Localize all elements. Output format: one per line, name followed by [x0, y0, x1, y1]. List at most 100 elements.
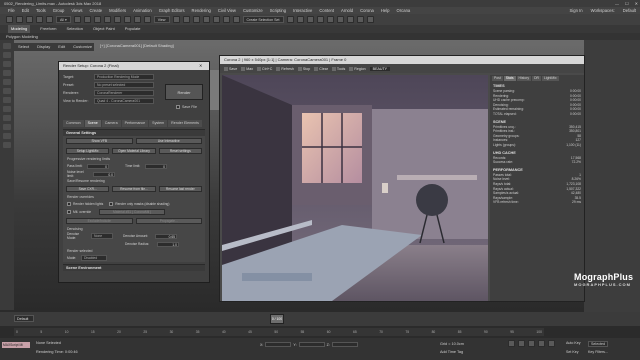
- tab-render-elements[interactable]: Render Elements: [168, 120, 202, 127]
- vfb-tools-button[interactable]: Tools: [331, 66, 345, 71]
- window-crossing-icon[interactable]: [103, 16, 111, 23]
- unlink-icon[interactable]: [36, 16, 43, 23]
- filter-geometry-icon[interactable]: [3, 43, 11, 49]
- menu-interactive[interactable]: Interactive: [293, 7, 312, 14]
- goto-end-icon[interactable]: [548, 340, 555, 347]
- scene-explorer-customize[interactable]: Customize: [73, 43, 92, 51]
- filter-helpers-icon[interactable]: [3, 79, 11, 85]
- auto-key-button[interactable]: Auto Key: [566, 341, 581, 345]
- layer-explorer-icon[interactable]: [306, 16, 314, 23]
- rotate-icon[interactable]: [123, 16, 131, 23]
- z-coord-field[interactable]: [331, 342, 358, 347]
- show-vfb-button[interactable]: Show VFB: [66, 138, 133, 144]
- select-by-name-icon[interactable]: [83, 16, 91, 23]
- filter-containers-icon[interactable]: [3, 124, 11, 130]
- vfb-tab-post[interactable]: Post: [492, 76, 503, 81]
- propagate-button[interactable]: Propagate...: [135, 218, 202, 224]
- noise-limit-input[interactable]: 0.0: [93, 171, 115, 177]
- edit-named-selection-icon[interactable]: [232, 16, 240, 23]
- render-button[interactable]: Render: [165, 84, 203, 100]
- render-frame-window-icon[interactable]: [356, 16, 364, 23]
- pass-limit-input[interactable]: 0: [87, 163, 109, 169]
- layer-dropdown[interactable]: Default: [14, 315, 34, 322]
- override-material-button[interactable]: Material #51 ( CoronaMtl ): [99, 209, 166, 215]
- maximize-button[interactable]: ☐: [625, 0, 629, 7]
- menu-content[interactable]: Content: [319, 7, 334, 14]
- mtl-override-checkbox[interactable]: [67, 210, 71, 214]
- vfb-save-button[interactable]: Save: [224, 66, 237, 71]
- tab-common[interactable]: Common: [63, 120, 84, 127]
- resume-last-render-button[interactable]: Resume last render: [158, 186, 202, 192]
- add-time-tag-button[interactable]: Add Time Tag: [440, 350, 463, 354]
- open-material-library-button[interactable]: Open Material Library: [112, 148, 156, 154]
- filter-shapes-icon[interactable]: [3, 52, 11, 58]
- denoise-mode-dropdown[interactable]: None: [91, 233, 113, 239]
- target-dropdown[interactable]: Production Rendering Mode: [94, 74, 154, 80]
- render-only-masks-checkbox[interactable]: [109, 202, 114, 206]
- tab-system[interactable]: System: [149, 120, 168, 127]
- link-icon[interactable]: [26, 16, 33, 23]
- menu-rendering[interactable]: Rendering: [192, 7, 211, 14]
- tab-camera[interactable]: Camera: [101, 120, 121, 127]
- scene-environment-heading[interactable]: Scene Environment: [63, 265, 205, 271]
- tab-scene[interactable]: Scene: [84, 120, 101, 127]
- ribbon-tab-selection[interactable]: Selection: [66, 25, 82, 33]
- menu-edit[interactable]: Edit: [22, 7, 29, 14]
- menu-arnold[interactable]: Arnold: [341, 7, 353, 14]
- percent-snap-icon[interactable]: [212, 16, 220, 23]
- selection-filter-dropdown[interactable]: All ▾: [56, 16, 71, 23]
- render-setup-icon[interactable]: [346, 16, 354, 23]
- vfb-clear-button[interactable]: Clear: [314, 66, 328, 71]
- filter-hidden-icon[interactable]: [3, 142, 11, 148]
- key-filters-button[interactable]: Key Filters...: [588, 350, 608, 354]
- save-cxr-button[interactable]: Save CXR...: [66, 186, 110, 192]
- tab-performance[interactable]: Performance: [121, 120, 149, 127]
- preset-dropdown[interactable]: No preset selected: [94, 82, 154, 88]
- filter-groups-icon[interactable]: [3, 97, 11, 103]
- prev-frame-icon[interactable]: [518, 340, 525, 347]
- y-coord-field[interactable]: [298, 342, 325, 347]
- ribbon-tab-populate[interactable]: Populate: [125, 25, 141, 33]
- vfb-tab-stats[interactable]: Stats: [503, 76, 516, 81]
- vfb-tab-lightmix[interactable]: LightMix: [542, 76, 559, 81]
- menu-graph-editors[interactable]: Graph Editors: [159, 7, 185, 14]
- menu-civil-view[interactable]: Civil View: [218, 7, 236, 14]
- pivot-icon[interactable]: [172, 16, 180, 23]
- next-frame-icon[interactable]: [538, 340, 545, 347]
- sign-in-button[interactable]: Sign In: [570, 7, 583, 14]
- x-coord-field[interactable]: [265, 342, 292, 347]
- menu-animation[interactable]: Animation: [133, 7, 152, 14]
- ribbon-polygon-modeling[interactable]: Polygon Modeling: [6, 34, 38, 39]
- vfb-region-button[interactable]: Region: [349, 66, 366, 71]
- redo-icon[interactable]: [16, 16, 23, 23]
- menu-views[interactable]: Views: [71, 7, 82, 14]
- vfb-refresh-button[interactable]: Refresh: [276, 66, 294, 71]
- menu-group[interactable]: Group: [53, 7, 65, 14]
- scene-explorer-select[interactable]: Select: [18, 43, 29, 51]
- curve-editor-icon[interactable]: [316, 16, 324, 23]
- ribbon-tab-object-paint[interactable]: Object Paint: [93, 25, 115, 33]
- menu-corona[interactable]: Corona: [360, 7, 374, 14]
- render-selected-mode-dropdown[interactable]: Disabled: [81, 255, 107, 261]
- filter-cameras-icon[interactable]: [3, 70, 11, 76]
- move-icon[interactable]: [113, 16, 121, 23]
- key-mode-dropdown[interactable]: Selected: [588, 341, 608, 347]
- time-slider-thumb[interactable]: 0 / 100: [270, 314, 284, 324]
- render-setup-titlebar[interactable]: Render Setup: Corona 2 (Final) ✕: [59, 62, 209, 70]
- vfb-tab-history[interactable]: History: [516, 76, 532, 81]
- keyboard-shortcut-icon[interactable]: [182, 16, 190, 23]
- set-key-button[interactable]: Set Key: [566, 350, 579, 354]
- scene-explorer-display[interactable]: Display: [37, 43, 50, 51]
- viewport-label[interactable]: [+] [CoronaCamera001] [Default Shading]: [100, 43, 174, 48]
- bind-spacewarp-icon[interactable]: [46, 16, 53, 23]
- ribbon-tab-freeform[interactable]: Freeform: [40, 25, 56, 33]
- setup-lightmix-button[interactable]: Setup LightMix: [66, 148, 110, 154]
- render-production-icon[interactable]: [366, 16, 374, 23]
- render-hidden-lights-checkbox[interactable]: [67, 202, 71, 206]
- filter-bones-icon[interactable]: [3, 115, 11, 121]
- maxscript-listener[interactable]: MAXScript Mi: [2, 342, 30, 348]
- align-icon[interactable]: [296, 16, 304, 23]
- time-limit-input[interactable]: 0: [145, 163, 167, 169]
- select-object-icon[interactable]: [73, 16, 81, 23]
- menu-orcana[interactable]: Orcana: [397, 7, 411, 14]
